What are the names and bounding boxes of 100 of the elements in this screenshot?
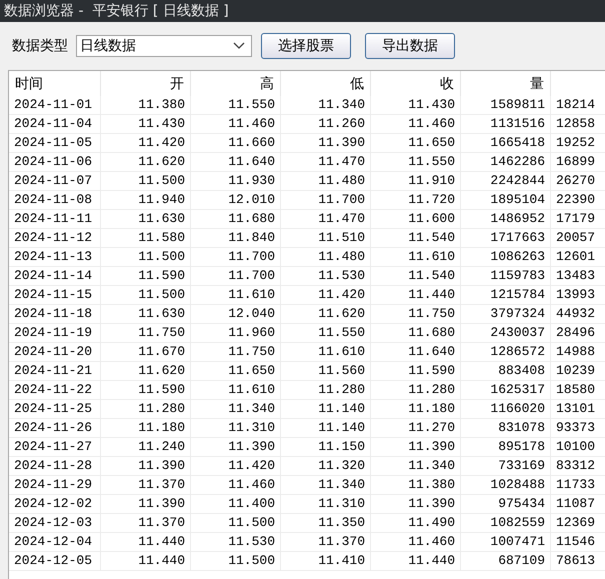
table-cell: 12601 xyxy=(551,248,605,267)
table-cell: 11.310 xyxy=(281,495,371,514)
table-cell: 733169 xyxy=(461,457,551,476)
column-header[interactable]: 收 xyxy=(371,71,461,96)
table-cell: 11.140 xyxy=(281,400,371,419)
table-cell: 12.040 xyxy=(191,305,281,324)
table-cell: 11.320 xyxy=(281,457,371,476)
table-cell: 93373 xyxy=(551,419,605,438)
table-cell: 11.340 xyxy=(281,476,371,495)
table-cell: 11.680 xyxy=(371,324,461,343)
table-cell: 11.340 xyxy=(281,96,371,115)
window-title: 数据浏览器 - 平安银行 [ 日线数据 ] xyxy=(0,0,605,22)
table-cell: 11.630 xyxy=(101,210,191,229)
table-cell: 2430037 xyxy=(461,324,551,343)
table-cell: 2024-11-11 xyxy=(9,210,101,229)
table-cell: 22390 xyxy=(551,191,605,210)
table-cell: 11.420 xyxy=(281,286,371,305)
table-cell: 12369 xyxy=(551,514,605,533)
table-cell: 11.680 xyxy=(191,210,281,229)
table-cell: 11.380 xyxy=(371,476,461,495)
table-cell: 11.960 xyxy=(191,324,281,343)
table-cell: 12.010 xyxy=(191,191,281,210)
table-cell: 11.400 xyxy=(191,495,281,514)
table-cell: 3797324 xyxy=(461,305,551,324)
data-type-label: 数据类型 xyxy=(12,37,68,55)
table-cell: 11.380 xyxy=(101,96,191,115)
column-header[interactable]: 高 xyxy=(191,71,281,96)
table-cell: 1589811 xyxy=(461,96,551,115)
table-cell: 2024-11-21 xyxy=(9,362,101,381)
table-cell: 10100 xyxy=(551,438,605,457)
table-cell: 11.750 xyxy=(191,343,281,362)
data-type-dropdown[interactable]: 日线数据 xyxy=(76,35,252,57)
table-cell: 11.460 xyxy=(191,476,281,495)
table-cell: 11.530 xyxy=(281,267,371,286)
table-cell: 11.490 xyxy=(371,514,461,533)
table-cell: 11733 xyxy=(551,476,605,495)
table-cell: 2024-11-19 xyxy=(9,324,101,343)
table-cell: 11.280 xyxy=(371,381,461,400)
table-cell: 11.180 xyxy=(101,419,191,438)
table-cell: 1625317 xyxy=(461,381,551,400)
column-header[interactable]: 低 xyxy=(281,71,371,96)
table-cell: 11.660 xyxy=(191,134,281,153)
table-cell: 11.390 xyxy=(281,134,371,153)
table-cell: 13993 xyxy=(551,286,605,305)
table-cell: 11.590 xyxy=(101,267,191,286)
table-cell: 11.720 xyxy=(371,191,461,210)
table-cell: 11.390 xyxy=(191,438,281,457)
table-cell: 2024-11-29 xyxy=(9,476,101,495)
table-cell: 11.610 xyxy=(371,248,461,267)
column-header[interactable]: 时间 xyxy=(9,71,101,96)
table-cell: 2024-11-04 xyxy=(9,115,101,134)
table-cell: 11.390 xyxy=(101,495,191,514)
table-cell: 2024-12-03 xyxy=(9,514,101,533)
table-cell: 78613 xyxy=(551,552,605,571)
table-cell: 11.500 xyxy=(101,248,191,267)
table-cell: 11.480 xyxy=(281,172,371,191)
table-cell: 11.420 xyxy=(101,134,191,153)
table-cell: 11.390 xyxy=(101,457,191,476)
table-cell: 1665418 xyxy=(461,134,551,153)
table-cell: 11.440 xyxy=(371,286,461,305)
table-cell: 1895104 xyxy=(461,191,551,210)
table-cell: 687109 xyxy=(461,552,551,571)
table-cell: 14988 xyxy=(551,343,605,362)
table-cell: 11.370 xyxy=(101,514,191,533)
table-cell: 11.940 xyxy=(101,191,191,210)
table-cell: 1082559 xyxy=(461,514,551,533)
table-cell: 11.590 xyxy=(101,381,191,400)
table-cell: 11.340 xyxy=(371,457,461,476)
table-cell: 11.620 xyxy=(101,153,191,172)
table-cell: 11.280 xyxy=(101,400,191,419)
table-cell: 11.930 xyxy=(191,172,281,191)
table-cell: 11.440 xyxy=(101,552,191,571)
table-cell: 11.500 xyxy=(101,172,191,191)
table-cell: 11.240 xyxy=(101,438,191,457)
table-cell: 11.590 xyxy=(371,362,461,381)
toolbar-button[interactable]: 选择股票 xyxy=(261,33,351,59)
table-cell: 975434 xyxy=(461,495,551,514)
table-cell: 2024-12-05 xyxy=(9,552,101,571)
toolbar-button[interactable]: 导出数据 xyxy=(365,33,455,59)
table-cell: 11.470 xyxy=(281,210,371,229)
table-cell: 11.620 xyxy=(101,362,191,381)
table-cell: 11.650 xyxy=(191,362,281,381)
table-cell: 11.460 xyxy=(191,115,281,134)
table-cell: 17179 xyxy=(551,210,605,229)
column-header[interactable]: 开 xyxy=(101,71,191,96)
table-cell: 11.370 xyxy=(101,476,191,495)
table-cell: 11.440 xyxy=(101,533,191,552)
table-cell: 2024-11-15 xyxy=(9,286,101,305)
column-header[interactable]: 量 xyxy=(461,71,551,96)
table-cell: 11.500 xyxy=(101,286,191,305)
table-cell: 11.610 xyxy=(191,381,281,400)
table-cell: 11.470 xyxy=(281,153,371,172)
table-cell: 2024-11-08 xyxy=(9,191,101,210)
table-cell: 11.640 xyxy=(191,153,281,172)
table-cell: 2024-11-25 xyxy=(9,400,101,419)
table-cell: 11.430 xyxy=(371,96,461,115)
table-cell: 11087 xyxy=(551,495,605,514)
table-cell: 11.530 xyxy=(191,533,281,552)
table-cell: 11.540 xyxy=(371,229,461,248)
table-cell: 13101 xyxy=(551,400,605,419)
